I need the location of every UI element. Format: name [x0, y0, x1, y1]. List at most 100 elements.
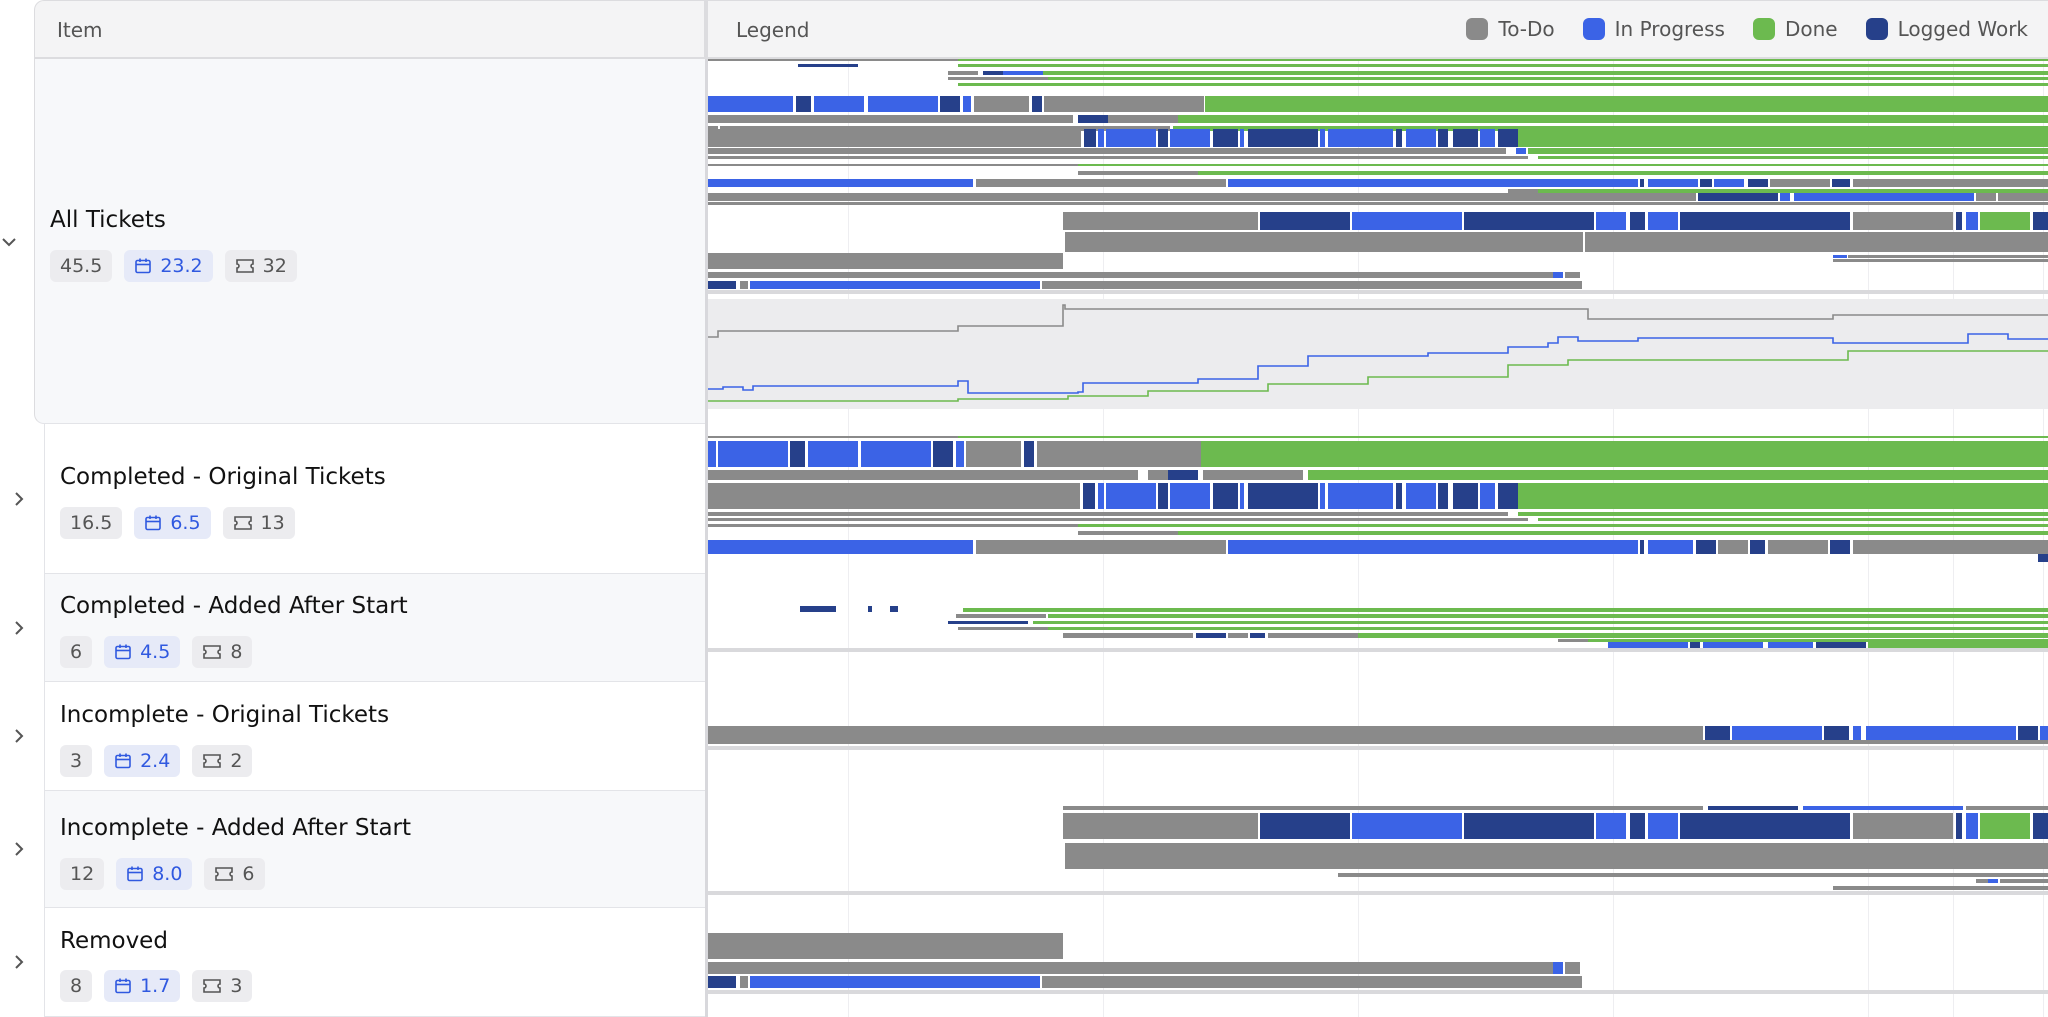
timeline-segment: [1032, 96, 1042, 112]
tickets-value: 3: [230, 975, 243, 997]
timeline-segment: [1396, 483, 1402, 509]
group-separator: [708, 290, 2048, 294]
days-value: 23.2: [160, 255, 203, 277]
timeline-segment: [790, 441, 805, 467]
timeline-segment: [1078, 524, 2048, 527]
legend-item-todo: To-Do: [1466, 17, 1555, 41]
days-value: 4.5: [140, 641, 171, 663]
timeline-segment: [1083, 483, 1095, 509]
days-value: 8.0: [152, 863, 183, 885]
timeline-segment: [800, 606, 836, 612]
timeline-segment: [1630, 813, 1645, 839]
calendar-icon: [115, 753, 131, 769]
legend-label-todo: To-Do: [1498, 17, 1555, 41]
days-chip: 2.4: [104, 745, 181, 777]
chevron-right-icon[interactable]: [10, 953, 28, 971]
timeline-segment: [708, 148, 1506, 154]
timeline-segment: [708, 281, 736, 289]
timeline-segment: [1853, 179, 2048, 187]
tickets-value: 2: [230, 750, 243, 772]
points-chip: 16.5: [60, 507, 123, 539]
timeline-segment: [1700, 179, 1712, 187]
points-value: 8: [70, 975, 83, 997]
timeline-segment: [1396, 129, 1402, 147]
timeline-segment: [708, 470, 1138, 480]
timeline-segment: [1024, 441, 1034, 467]
timeline-segment: [1098, 129, 1104, 147]
timeline-segment: [1976, 193, 1996, 201]
calendar-icon: [145, 515, 162, 531]
timeline-segment: [940, 96, 960, 112]
timeline-segment: [1063, 212, 1258, 230]
timeline-segment: [750, 976, 1040, 988]
timeline-segment: [1718, 540, 1748, 554]
timeline-segment: [708, 436, 958, 438]
row-all-tickets[interactable]: [34, 59, 705, 424]
timeline-segment: [1696, 540, 1716, 554]
days-chip: 6.5: [134, 507, 211, 539]
timeline-segment: [1078, 531, 1178, 535]
points-value: 45.5: [60, 255, 103, 277]
group-separator: [708, 746, 2048, 750]
timeline-segment: [868, 606, 872, 612]
timeline-segment: [708, 441, 716, 467]
timeline-segment: [718, 441, 788, 467]
timeline-segment: [1320, 129, 1325, 147]
timeline-segment: [1406, 483, 1436, 509]
timeline-segment: [1518, 129, 2048, 147]
timeline-segment: [983, 71, 1003, 75]
timeline-segment: [1213, 129, 1238, 147]
points-value: 16.5: [70, 512, 113, 534]
timeline-segment: [708, 179, 973, 187]
timeline-segment: [1480, 129, 1495, 147]
timeline-segment: [1750, 540, 1765, 554]
points-value: 6: [70, 641, 83, 663]
days-chip: 1.7: [104, 970, 181, 1002]
timeline-segment: [796, 96, 811, 112]
timeline-segment: [1170, 129, 1210, 147]
timeline-segment: [708, 156, 1528, 159]
days-chip: 4.5: [104, 636, 181, 668]
timeline-segment: [1228, 633, 1248, 638]
timeline-segment: [1966, 813, 1978, 839]
timeline-segment: [708, 740, 2048, 744]
timeline-segment: [1748, 179, 1768, 187]
timeline-segment: [1201, 441, 2048, 467]
timeline-segment: [1453, 129, 1478, 147]
timeline-segment: [1565, 272, 1580, 278]
timeline-segment: [708, 272, 1553, 278]
tickets-value: 6: [242, 863, 255, 885]
chevron-right-icon[interactable]: [10, 727, 28, 745]
timeline-segment: [974, 96, 1029, 112]
timeline-segment: [963, 608, 2048, 612]
gridline: [848, 574, 849, 682]
timeline-segment: [1498, 483, 1518, 509]
timeline-segment: [1328, 129, 1393, 147]
timeline-segment: [1438, 483, 1448, 509]
timeline-segment: [1498, 129, 1518, 147]
row-incomplete-added[interactable]: [44, 791, 705, 908]
gridline: [2043, 908, 2044, 1017]
timeline-segment: [750, 281, 1040, 289]
row-stats: 6 4.5 8: [60, 636, 253, 668]
timeline-segment: [1268, 633, 1358, 638]
timeline-segment: [1358, 633, 2048, 638]
chevron-right-icon[interactable]: [10, 490, 28, 508]
timeline-segment: [1528, 148, 2048, 154]
timeline-segment: [1063, 633, 1193, 638]
timeline-segment: [1178, 115, 2048, 123]
timeline-removed: [705, 908, 2048, 1017]
chevron-down-icon[interactable]: [0, 233, 18, 251]
chevron-right-icon[interactable]: [10, 840, 28, 858]
timeline-segment: [1108, 115, 1178, 123]
timeline-segment: [1538, 156, 2048, 159]
row-completed-original[interactable]: [44, 424, 705, 574]
chevron-right-icon[interactable]: [10, 619, 28, 637]
timeline-segment: [1853, 212, 1953, 230]
timeline-segment: [1406, 129, 1436, 147]
timeline-segment: [1240, 129, 1244, 147]
days-value: 2.4: [140, 750, 171, 772]
timeline-segment: [1596, 212, 1626, 230]
timeline-segment: [1464, 813, 1594, 839]
timeline-segment: [1063, 813, 1258, 839]
